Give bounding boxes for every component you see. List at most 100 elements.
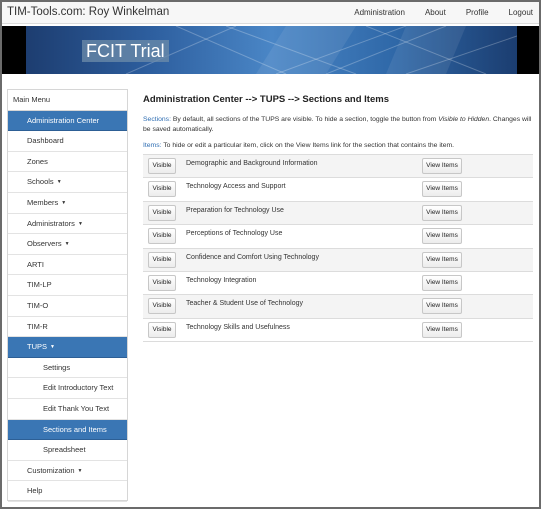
section-row: Visible Technology Access and Support View… bbox=[143, 178, 533, 202]
caret-down-icon: ▼ bbox=[56, 179, 62, 186]
sidebar-item-label: Schools bbox=[27, 177, 54, 187]
nav-link-logout[interactable]: Logout bbox=[509, 8, 533, 17]
sidebar-item-tim-lp[interactable]: TIM-LP bbox=[8, 275, 127, 296]
top-navbar: TIM-Tools.com: Roy Winkelman Administrat… bbox=[2, 2, 539, 24]
sidebar-item-label: Settings bbox=[43, 362, 71, 372]
sections-instructions: Sections: By default, all sections of th… bbox=[143, 115, 533, 135]
sidebar-item-label: Dashboard bbox=[27, 136, 64, 146]
section-name: Perceptions of Technology Use bbox=[186, 230, 283, 238]
nav-link-administration[interactable]: Administration bbox=[354, 8, 405, 17]
sidebar-item-label: Spreadsheet bbox=[43, 445, 86, 455]
view-items-button[interactable]: View Items bbox=[422, 321, 462, 338]
sidebar-item-edit-introductory-text[interactable]: Edit Introductory Text bbox=[8, 378, 127, 399]
sidebar-item-administration-center[interactable]: Administration Center bbox=[8, 110, 127, 132]
view-items-button[interactable]: View Items bbox=[422, 274, 462, 291]
page-title: Administration Center --> TUPS --> Secti… bbox=[143, 94, 389, 105]
section-row: Visible Perceptions of Technology Use View… bbox=[143, 225, 533, 249]
sidebar-item-label: TIM-LP bbox=[27, 280, 52, 290]
sidebar-item-label: TIM-O bbox=[27, 300, 49, 310]
sections-table: Visible Demographic and Background Inform… bbox=[143, 154, 533, 343]
section-name: Demographic and Background Information bbox=[186, 160, 318, 167]
sidebar-item-label: Administrators bbox=[27, 218, 75, 228]
caret-down-icon: ▼ bbox=[50, 344, 55, 351]
view-items-button[interactable]: View Items bbox=[422, 158, 462, 174]
section-name: Confidence and Comfort Using Technology bbox=[186, 253, 319, 261]
section-row: Visible Confidence and Comfort Using Tech… bbox=[143, 248, 533, 272]
sidebar-item-schools[interactable]: Schools ▼ bbox=[8, 172, 127, 193]
section-name: Technology Integration bbox=[186, 276, 257, 284]
sidebar-item-customization[interactable]: Customization ▼ bbox=[8, 461, 127, 482]
banner-title: FCIT Trial bbox=[82, 40, 169, 62]
visible-toggle-button[interactable]: Visible bbox=[148, 298, 176, 315]
sidebar-item-label: Main Menu bbox=[13, 95, 51, 104]
sidebar-item-label: Edit Introductory Text bbox=[43, 383, 114, 393]
visible-toggle-button[interactable]: Visible bbox=[148, 228, 176, 245]
sections-emphasis: Visible to Hidden bbox=[438, 116, 490, 123]
sections-text: By default, all sections of the TUPS are… bbox=[170, 116, 439, 123]
items-text: To hide or edit a particular item, click… bbox=[161, 142, 455, 149]
caret-down-icon: ▼ bbox=[64, 241, 70, 248]
nav-link-profile[interactable]: Profile bbox=[466, 8, 489, 17]
section-row: Visible Teacher & Student Use of Technolo… bbox=[143, 295, 533, 319]
sidebar-item-settings[interactable]: Settings bbox=[8, 358, 127, 379]
sidebar-item-observers[interactable]: Observers ▼ bbox=[8, 234, 127, 255]
sidebar-item-label: Zones bbox=[27, 156, 48, 166]
visible-toggle-button[interactable]: Visible bbox=[148, 204, 176, 221]
sidebar-item-label: TIM-R bbox=[27, 321, 48, 331]
section-row: Visible Preparation for Technology Use Vie… bbox=[143, 201, 533, 226]
sidebar-item-sections-and-items[interactable]: Sections and Items bbox=[8, 419, 127, 441]
sidebar-header: Main Menu bbox=[8, 90, 127, 111]
sidebar-item-label: Observers bbox=[27, 239, 62, 249]
sidebar-item-label: Edit Thank You Text bbox=[43, 403, 110, 413]
sidebar-item-label: Sections and Items bbox=[43, 424, 107, 434]
main-content: Administration Center --> TUPS --> Secti… bbox=[143, 94, 533, 151]
items-key: Items: bbox=[143, 142, 162, 149]
view-items-button[interactable]: View Items bbox=[422, 181, 462, 198]
sidebar-item-arti[interactable]: ARTI bbox=[8, 255, 127, 276]
caret-down-icon: ▼ bbox=[77, 467, 83, 474]
sidebar-item-members[interactable]: Members ▼ bbox=[8, 193, 127, 214]
visible-toggle-button[interactable]: Visible bbox=[148, 158, 176, 174]
section-name: Technology Access and Support bbox=[186, 183, 286, 191]
sidebar-item-label: Members bbox=[27, 197, 59, 207]
visible-toggle-button[interactable]: Visible bbox=[148, 321, 176, 338]
sidebar-item-tim-r[interactable]: TIM-R bbox=[8, 317, 127, 338]
section-name: Technology Skills and Usefulness bbox=[186, 323, 290, 331]
sidebar-item-tups[interactable]: TUPS ▼ bbox=[8, 337, 127, 358]
section-row: Visible Technology Skills and Usefulness V… bbox=[143, 319, 533, 343]
sidebar-item-help[interactable]: Help bbox=[8, 481, 127, 502]
sidebar-item-label: ARTI bbox=[27, 259, 44, 269]
sidebar-item-zones[interactable]: Zones bbox=[8, 152, 127, 173]
visible-toggle-button[interactable]: Visible bbox=[148, 251, 176, 268]
header-banner: FCIT Trial bbox=[26, 26, 517, 74]
view-items-button[interactable]: View Items bbox=[422, 228, 462, 245]
visible-toggle-button[interactable]: Visible bbox=[148, 181, 176, 198]
sidebar-item-spreadsheet[interactable]: Spreadsheet bbox=[8, 440, 127, 461]
site-brand[interactable]: TIM-Tools.com: Roy Winkelman bbox=[7, 6, 169, 18]
sidebar-item-administrators[interactable]: Administrators ▼ bbox=[8, 214, 127, 235]
sidebar-item-label: Help bbox=[27, 486, 43, 496]
view-items-button[interactable]: View Items bbox=[422, 204, 462, 221]
banner-left-edge bbox=[2, 26, 26, 74]
section-name: Preparation for Technology Use bbox=[186, 206, 284, 214]
section-row: Visible Technology Integration View Items bbox=[143, 272, 533, 296]
visible-toggle-button[interactable]: Visible bbox=[148, 274, 176, 291]
caret-down-icon: ▼ bbox=[77, 220, 83, 227]
sidebar-item-edit-thank-you-text[interactable]: Edit Thank You Text bbox=[8, 399, 127, 420]
view-items-button[interactable]: View Items bbox=[422, 298, 462, 315]
nav-link-about[interactable]: About bbox=[425, 8, 446, 17]
section-row: Visible Demographic and Background Inform… bbox=[143, 155, 533, 179]
view-items-button[interactable]: View Items bbox=[422, 251, 462, 268]
sidebar-item-dashboard[interactable]: Dashboard bbox=[8, 131, 127, 152]
caret-down-icon: ▼ bbox=[61, 199, 67, 206]
section-name: Teacher & Student Use of Technology bbox=[186, 300, 304, 308]
banner-right-edge bbox=[517, 26, 539, 74]
sections-key: Sections: bbox=[143, 116, 171, 123]
items-instructions: Items: To hide or edit a particular item… bbox=[143, 141, 533, 151]
sidebar-item-label: TUPS bbox=[27, 342, 48, 352]
navbar-links: Administration About Profile Logout bbox=[334, 8, 533, 17]
sidebar-item-tim-o[interactable]: TIM-O bbox=[8, 296, 127, 317]
sidebar-item-label: Customization bbox=[27, 465, 75, 475]
sidebar-item-label: Administration Center bbox=[27, 115, 100, 125]
sidebar-menu: Main Menu Administration Center Dashboard Z… bbox=[7, 89, 128, 502]
